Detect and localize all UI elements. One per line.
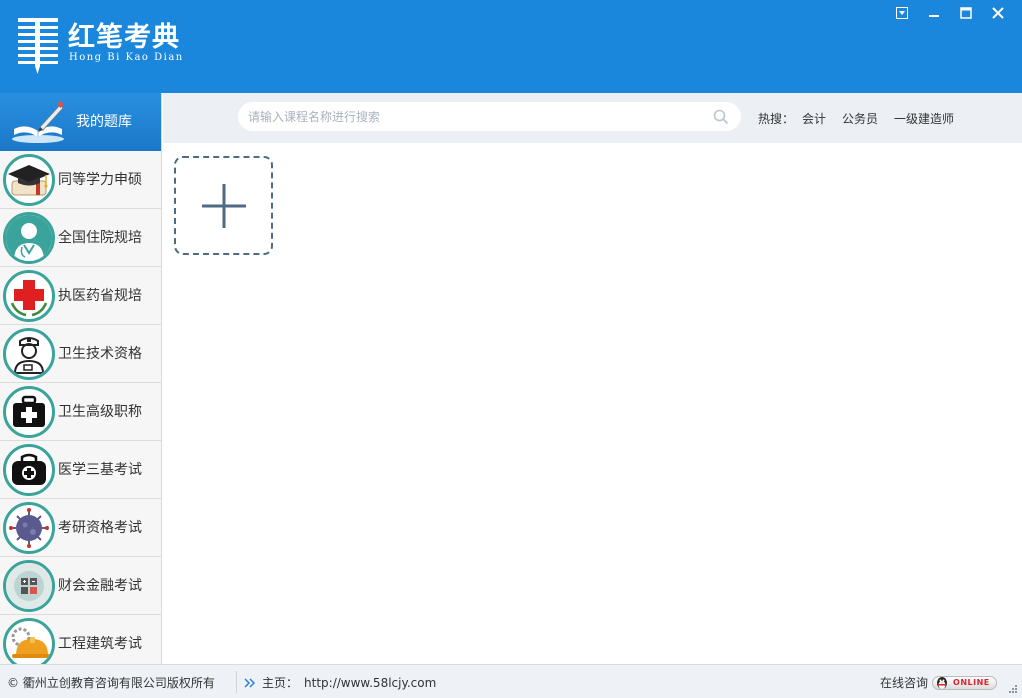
hot-keyword-constructor[interactable]: 一级建造师	[894, 110, 954, 127]
add-course-button[interactable]	[174, 156, 273, 255]
sidebar-title: 我的题库	[76, 114, 132, 130]
close-button[interactable]	[982, 2, 1014, 24]
app-name-en: Hong Bi Kao Dian	[69, 52, 184, 63]
search-input[interactable]	[248, 106, 708, 128]
hard-hat-icon	[11, 627, 52, 658]
sidebar-item-medical-practice[interactable]: 执医药省规培	[0, 267, 161, 325]
maximize-button[interactable]	[950, 2, 982, 24]
homepage-link[interactable]: http://www.58lcjy.com	[304, 676, 436, 690]
maximize-icon	[960, 7, 972, 19]
close-icon	[992, 7, 1004, 19]
sidebar-item-label: 卫生高级职称	[58, 404, 142, 420]
sidebar-item-icon-wrap	[3, 618, 55, 664]
red-cross-icon	[10, 280, 48, 317]
sidebar-item-label: 工程建筑考试	[58, 636, 142, 652]
app-name-cn: 红笔考典	[68, 22, 180, 53]
medical-bag-icon	[12, 453, 46, 485]
menu-button[interactable]	[886, 2, 918, 24]
sidebar-item-postgrad[interactable]: 考研资格考试	[0, 499, 161, 557]
search-bar: 热搜： 会计 公务员 一级建造师	[163, 93, 1022, 143]
sidebar-item-icon-wrap	[3, 386, 55, 438]
minimize-button[interactable]	[918, 2, 950, 24]
sidebar-item-icon-wrap	[3, 560, 55, 612]
calculator-icon	[6, 563, 52, 609]
sidebar-item-health-tech[interactable]: 卫生技术资格	[0, 325, 161, 383]
sidebar-item-label: 考研资格考试	[58, 520, 142, 536]
hot-search: 热搜： 会计 公务员 一级建造师	[758, 110, 970, 127]
sidebar-item-engineering[interactable]: 工程建筑考试	[0, 615, 161, 664]
plus-icon	[201, 183, 246, 228]
hot-search-label: 热搜：	[758, 112, 795, 126]
sidebar-item-label: 医学三基考试	[58, 462, 142, 478]
homepage-info: 主页： http://www.58lcjy.com	[244, 674, 436, 691]
copyright-text: © 衢州立创教育咨询有限公司版权所有	[7, 676, 215, 690]
sidebar-item-icon-wrap	[3, 270, 55, 322]
my-question-bank-header[interactable]: 我的题库	[0, 93, 161, 151]
sidebar: 我的题库 同等学力申硕 全国住院规培 执医药省规培 卫生技术资格 卫生高级职称 …	[0, 93, 162, 664]
hot-keyword-civil-servant[interactable]: 公务员	[842, 110, 878, 127]
sidebar-item-label: 全国住院规培	[58, 230, 142, 246]
sidebar-item-label: 财会金融考试	[58, 578, 142, 594]
nurse-icon	[13, 337, 45, 374]
sidebar-item-label: 执医药省规培	[58, 288, 142, 304]
sidebar-item-three-basics[interactable]: 医学三基考试	[0, 441, 161, 499]
hot-keyword-accounting[interactable]: 会计	[802, 110, 826, 127]
book-pen-icon	[12, 100, 65, 143]
sidebar-item-icon-wrap	[3, 444, 55, 496]
virus-icon	[9, 508, 49, 548]
footer-divider	[236, 671, 237, 693]
sidebar-item-senior-title[interactable]: 卫生高级职称	[0, 383, 161, 441]
graduation-cap-icon	[8, 165, 50, 196]
online-consult[interactable]: 在线咨询 ONLINE	[880, 674, 997, 691]
menu-icon	[896, 7, 908, 19]
qq-penguin-icon	[937, 676, 948, 689]
window-controls	[886, 2, 1014, 24]
search-icon[interactable]	[713, 109, 729, 125]
sidebar-item-equivalent-degree[interactable]: 同等学力申硕	[0, 151, 161, 209]
sidebar-item-label: 卫生技术资格	[58, 346, 142, 362]
online-consult-label: 在线咨询	[880, 676, 929, 690]
main-content	[163, 143, 1022, 664]
sidebar-item-resident-training[interactable]: 全国住院规培	[0, 209, 161, 267]
status-bar: © 衢州立创教育咨询有限公司版权所有 主页： http://www.58lcjy…	[0, 664, 1022, 698]
online-badge-text: ONLINE	[953, 677, 990, 687]
resize-grip-icon[interactable]	[1008, 684, 1018, 694]
medical-kit-icon	[13, 395, 45, 427]
sidebar-item-label: 同等学力申硕	[58, 172, 142, 188]
double-chevron-right-icon	[244, 677, 256, 688]
sidebar-item-icon-wrap	[3, 154, 55, 206]
sidebar-item-icon-wrap	[3, 502, 55, 554]
sidebar-item-icon-wrap	[3, 328, 55, 380]
sidebar-item-icon-wrap	[3, 212, 55, 264]
app-logo: 红笔考典 Hong Bi Kao Dian	[16, 14, 186, 80]
online-badge[interactable]: ONLINE	[932, 675, 997, 690]
minimize-icon	[929, 15, 939, 17]
sidebar-item-accounting[interactable]: 财会金融考试	[0, 557, 161, 615]
title-bar: 红笔考典 Hong Bi Kao Dian	[0, 0, 1022, 93]
pen-logo-icon	[18, 18, 58, 74]
doctor-icon	[6, 215, 52, 261]
homepage-label: 主页：	[262, 676, 299, 690]
search-box	[238, 102, 741, 131]
